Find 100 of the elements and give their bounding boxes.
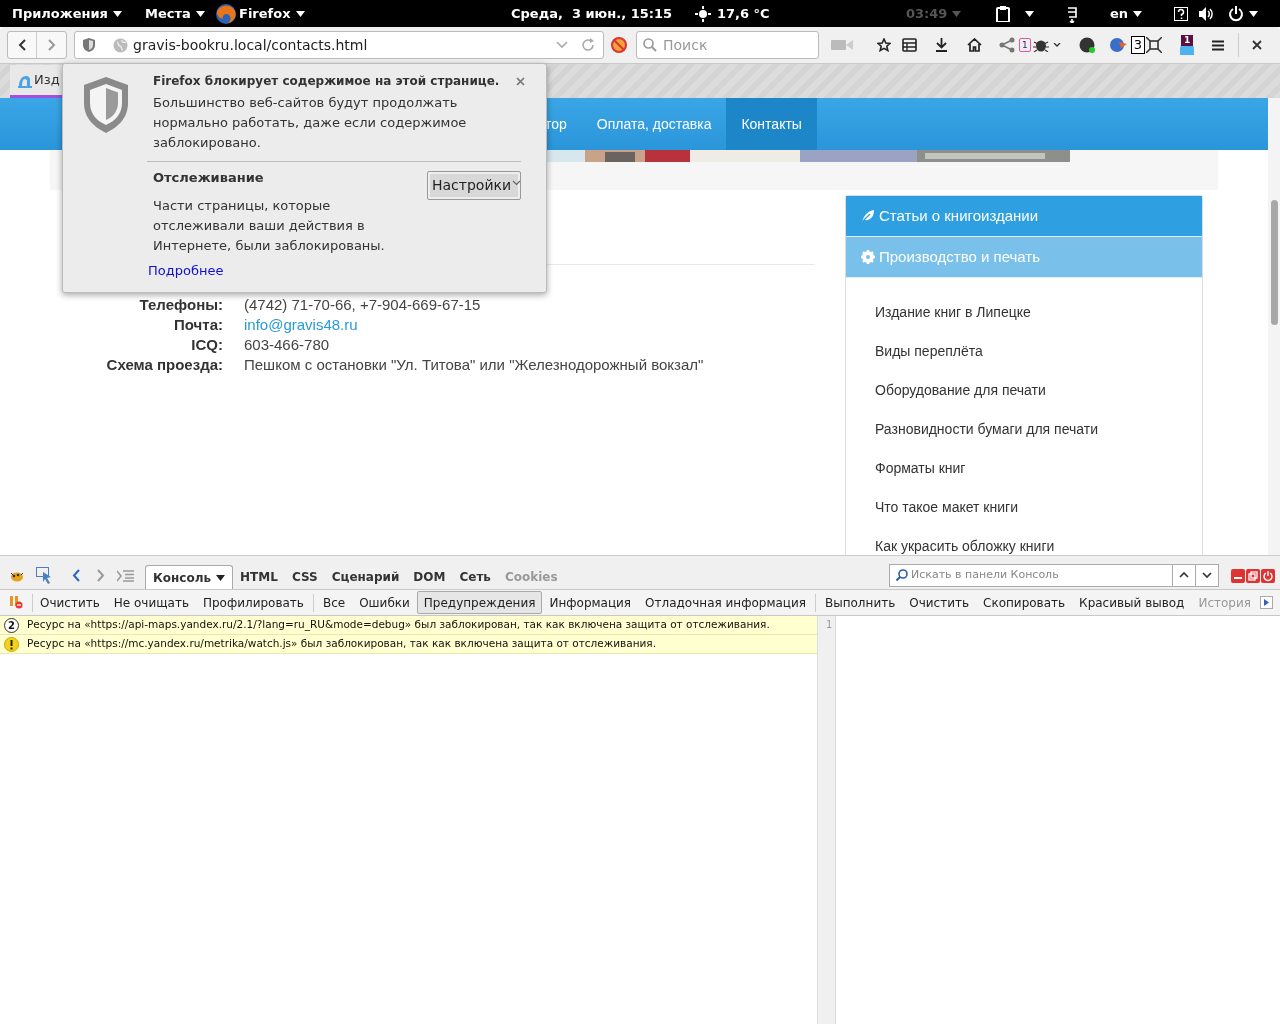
- toolbar-button[interactable]: Профилировать: [195, 591, 311, 614]
- leaf-icon: [861, 209, 875, 223]
- notification-badge: 1: [1180, 35, 1194, 46]
- back-icon[interactable]: [72, 569, 80, 582]
- panel-tab[interactable]: Консоль: [145, 565, 234, 589]
- warning-icon: [4, 636, 19, 652]
- shield-icon: [82, 76, 130, 134]
- panel-tab[interactable]: Сеть: [452, 565, 498, 589]
- caret-icon: [295, 10, 305, 17]
- toolbar-button[interactable]: Не очищать: [106, 591, 196, 614]
- popup-text: Большинство веб-сайтов будут продолжать нормально работать, даже если содержимое заблокировано.: [153, 94, 468, 152]
- clipboard-icon[interactable]: [996, 5, 1010, 22]
- sidebar-link[interactable]: Как украсить обложку книги: [875, 536, 1202, 555]
- command-line-icon[interactable]: [117, 569, 134, 582]
- help-icon[interactable]: [1174, 6, 1188, 21]
- fox-globe-icon: [215, 2, 237, 25]
- scrollbar-thumb[interactable]: [1271, 200, 1278, 325]
- clock[interactable]: Среда, 3 июн., 15:15: [511, 3, 672, 24]
- close-icon[interactable]: [1252, 40, 1262, 50]
- filter-button[interactable]: Все: [315, 591, 353, 614]
- panel-tab[interactable]: CSS: [284, 565, 325, 589]
- contact-value: Пешком с остановки "Ул. Титова" или "Железнодорожный вокзал": [244, 355, 704, 375]
- globe-icon[interactable]: [1108, 37, 1127, 53]
- reading-list-icon[interactable]: [902, 38, 917, 52]
- toolbar-button[interactable]: Скопировать: [976, 591, 1073, 614]
- caret-icon: [1249, 10, 1258, 17]
- play-icon: [1264, 599, 1269, 606]
- back-icon: [18, 39, 26, 51]
- caret-icon: [195, 10, 205, 17]
- blocked-addon-icon[interactable]: [611, 37, 627, 53]
- browser-tab[interactable]: Изд: [10, 65, 62, 98]
- sidebar-link[interactable]: Оборудование для печати: [875, 380, 1202, 400]
- globe-icon: [113, 37, 128, 53]
- panel-tab[interactable]: HTML: [233, 565, 285, 589]
- detach-icon[interactable]: [1246, 568, 1260, 583]
- star-icon[interactable]: [877, 38, 891, 52]
- more-button[interactable]: [1260, 596, 1273, 609]
- menu-icon[interactable]: [1212, 39, 1224, 51]
- section-title: Отслеживание: [153, 170, 265, 186]
- popup-text: Части страницы, которые отслеживали ваши действия в Интернете, были заблокированы.: [153, 197, 386, 255]
- app-menu[interactable]: Firefox: [215, 2, 305, 25]
- sun-icon: [695, 5, 711, 22]
- shield-icon[interactable]: [83, 38, 95, 52]
- more-link[interactable]: Подробнее: [148, 261, 224, 281]
- popup-title: Firefox блокирует содержимое на этой странице.: [153, 73, 501, 89]
- sidebar-link[interactable]: Издание книг в Липецке: [875, 302, 1202, 322]
- contact-label: Телефоны:: [139, 295, 223, 315]
- menu-item[interactable]: Контакты: [726, 98, 817, 150]
- filter-button[interactable]: Информация: [542, 591, 639, 614]
- toolbar-button[interactable]: Выполнить: [817, 591, 903, 614]
- dropdown-icon[interactable]: [1052, 42, 1061, 48]
- line-number: 1: [825, 619, 832, 631]
- panel-tab[interactable]: Сценарий: [324, 565, 407, 589]
- address-field[interactable]: gravis-bookru.local/contacts.html: [74, 31, 604, 59]
- home-icon[interactable]: [967, 38, 982, 52]
- count-badge: 2: [4, 617, 19, 633]
- search-box[interactable]: Поиск: [636, 31, 819, 59]
- volume-icon[interactable]: [1199, 6, 1215, 21]
- keyboard-layout-icon[interactable]: [1066, 4, 1078, 23]
- crosshair-icon[interactable]: [1146, 37, 1162, 53]
- sidebar-link[interactable]: Виды переплёта: [875, 341, 1202, 361]
- share-icon[interactable]: [999, 37, 1015, 53]
- caret-icon: [216, 574, 226, 581]
- settings-button[interactable]: Настройки: [427, 171, 521, 200]
- sidebar-link[interactable]: Форматы книг: [875, 458, 1202, 478]
- applications-menu[interactable]: Приложения: [12, 3, 122, 24]
- language-menu[interactable]: en: [1110, 3, 1143, 24]
- filter-button[interactable]: Ошибки: [352, 591, 417, 614]
- bug-icon[interactable]: [1032, 38, 1049, 52]
- forward-icon: [47, 39, 56, 51]
- toolbar-button[interactable]: Очистить: [902, 591, 977, 614]
- sidebar-link[interactable]: Разновидности бумаги для печати: [875, 419, 1202, 439]
- toolbar-button[interactable]: Очистить: [33, 591, 107, 614]
- console-message: Ресурс на «https://mc.yandex.ru/metrika/watch.js» был заблокирован, так как включена защита от отслеживания.: [27, 636, 656, 652]
- filter-button[interactable]: Предупреждения: [416, 591, 543, 614]
- power-icon[interactable]: [1228, 5, 1244, 22]
- panel-tab[interactable]: DOM: [406, 565, 453, 589]
- up-icon: [1179, 572, 1189, 578]
- download-icon[interactable]: [935, 38, 948, 52]
- down-icon: [1202, 572, 1212, 578]
- counter-badge: 3: [1130, 36, 1145, 54]
- search-icon: [896, 569, 908, 581]
- forward-icon[interactable]: [97, 569, 105, 582]
- pause-errors-icon[interactable]: [9, 596, 23, 609]
- caret-icon: [952, 10, 962, 17]
- sidebar-link[interactable]: Что такое макет книги: [875, 497, 1202, 517]
- filter-button[interactable]: Отладочная информация: [638, 591, 813, 614]
- places-menu[interactable]: Места: [145, 3, 205, 24]
- toolbar-button[interactable]: Красивый вывод: [1072, 591, 1192, 614]
- gear-icon: [861, 250, 875, 264]
- caret-icon: [112, 10, 122, 17]
- minimize-icon[interactable]: [1231, 568, 1245, 583]
- search-icon: [643, 38, 657, 52]
- weather-reading[interactable]: 17,6 °C: [717, 3, 770, 24]
- search-field[interactable]: Поиск: [663, 34, 813, 56]
- inspect-icon[interactable]: [36, 567, 53, 584]
- panel-search-field[interactable]: Искать в панели Консоль: [911, 566, 1166, 584]
- caret-icon: [1133, 10, 1143, 17]
- contact-label: ICQ:: [191, 335, 223, 355]
- panel-search-box[interactable]: Искать в панели Консоль: [889, 563, 1219, 587]
